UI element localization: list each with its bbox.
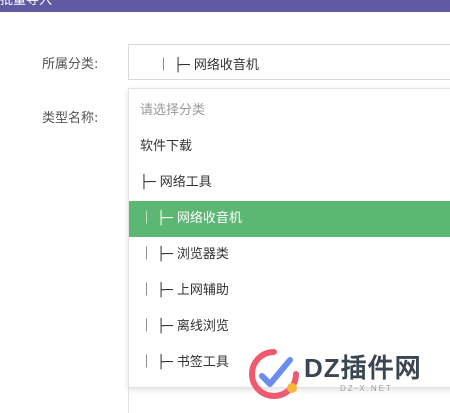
dropdown-option[interactable]: ｜ ├─ 浏览器类 [129,237,450,273]
dropdown-option-selected[interactable]: ｜ ├─ 网络收音机 [129,201,450,237]
dropdown-option[interactable]: 请选择分类 [129,93,450,129]
category-label: 所属分类: [42,57,99,72]
dropdown-option[interactable]: ｜ ├─ 上网辅助 [129,273,450,309]
type-name-label: 类型名称: [42,111,99,126]
watermark-subtext: DZ-X.NET [340,384,393,393]
dropdown-option[interactable]: ├─ 网络工具 [129,165,450,201]
panel-border [128,386,129,413]
dialog-titlebar: 批量导入 [0,0,450,12]
category-select-value: ｜ ├─ 网络收音机 [157,58,259,73]
watermark-text: DZ插件网 [304,353,422,383]
dialog-title: 批量导入 [0,0,53,8]
dz-logo-icon [249,349,299,399]
category-select[interactable]: ｜ ├─ 网络收音机 [128,44,450,80]
dropdown-option[interactable]: 软件下载 [129,129,450,165]
watermark: DZ插件网 DZ-X.NET [248,340,450,400]
